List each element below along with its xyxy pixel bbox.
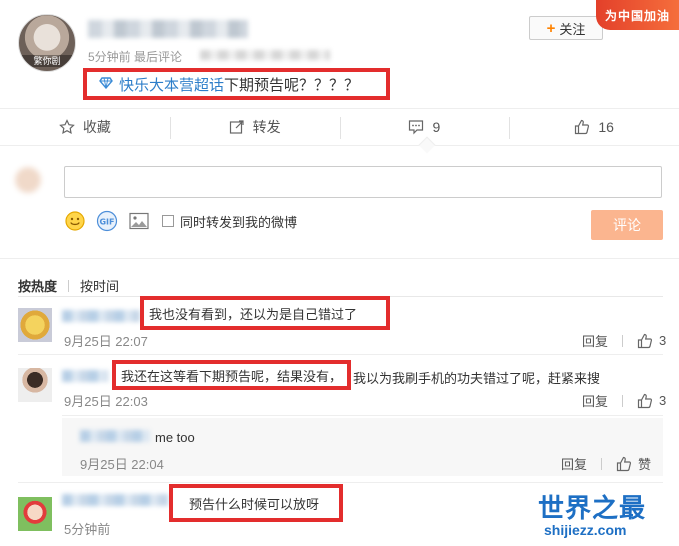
favorite-label: 收藏 xyxy=(82,119,111,135)
comment-text: 我也没有看到，还以为是自己错过了 xyxy=(149,306,358,322)
user-avatar xyxy=(8,160,58,200)
comment-actions: 回复 3 xyxy=(582,331,666,350)
composer-toolbar: GIF 同时转发到我的微博 xyxy=(64,209,297,233)
comment-divider xyxy=(18,354,663,355)
post-action-bar: 收藏 转发 9 16 xyxy=(0,108,679,146)
svg-text:GIF: GIF xyxy=(99,218,114,227)
commenter-name-redacted[interactable] xyxy=(62,370,108,382)
comment-icon xyxy=(408,119,424,135)
section-divider xyxy=(0,258,679,259)
poster-avatar[interactable]: 繁你剧 xyxy=(18,14,76,72)
watermark-title: 世界之最 xyxy=(538,494,647,524)
plus-icon: + xyxy=(546,19,556,37)
action-separator xyxy=(622,334,624,347)
comment-text-highlight: 我还在这等看下期预告呢，结果没有， xyxy=(121,368,343,384)
thumbs-up-icon xyxy=(637,333,653,349)
comment-text-highlighted: 我也没有看到，还以为是自己错过了 xyxy=(140,296,390,330)
reply-actions: 回复 赞 xyxy=(561,454,651,473)
site-watermark: 世界之最 shijiezz.com xyxy=(532,488,678,546)
repost-checkbox[interactable] xyxy=(162,215,174,227)
emoji-icon[interactable] xyxy=(64,210,86,232)
submit-comment-button[interactable]: 评论 xyxy=(591,210,663,240)
like-button[interactable]: 16 xyxy=(509,109,679,145)
image-icon[interactable] xyxy=(128,210,150,232)
comment-like-count: 3 xyxy=(659,393,667,408)
comment-input[interactable] xyxy=(64,166,662,198)
poster-name-redacted[interactable] xyxy=(88,20,248,38)
reply-button[interactable]: 回复 xyxy=(561,454,587,473)
comment-divider xyxy=(62,415,663,416)
repost-button[interactable]: 转发 xyxy=(169,109,340,145)
thumbs-up-icon xyxy=(616,456,632,472)
reply-like-label: 赞 xyxy=(638,457,652,472)
reply-button[interactable]: 回复 xyxy=(582,391,608,410)
comment-like-button[interactable]: 3 xyxy=(637,333,666,349)
comment-text-rest: 我以为我刷手机的功夫错过了呢，赶紧来搜 xyxy=(353,371,601,386)
follow-label: 关注 xyxy=(559,21,586,37)
post-text: 下期预告呢？？？？ xyxy=(224,76,360,94)
comment-sort-tabs: 按热度 按时间 xyxy=(18,276,119,295)
comment-divider xyxy=(18,482,663,483)
favorite-button[interactable]: 收藏 xyxy=(0,109,170,145)
commenter-avatar[interactable] xyxy=(18,368,52,402)
post-meta-redacted xyxy=(200,50,330,60)
comment-text-highlighted: 预告什么时候可以放呀 xyxy=(169,484,343,522)
comment-time: 9月25日 22:07 xyxy=(64,334,148,349)
comment-time: 9月25日 22:03 xyxy=(64,394,148,409)
like-count: 16 xyxy=(598,119,614,135)
repost-checkbox-label: 同时转发到我的微博 xyxy=(180,214,298,230)
comment-text: 预告什么时候可以放呀 xyxy=(189,496,320,512)
tab-separator xyxy=(68,279,70,292)
action-separator xyxy=(601,457,603,470)
action-separator xyxy=(622,394,624,407)
comment-like-count: 3 xyxy=(659,333,667,348)
commenter-avatar[interactable] xyxy=(18,308,52,342)
tab-sort-by-time[interactable]: 按时间 xyxy=(80,276,119,295)
share-icon xyxy=(229,119,245,135)
commenter-avatar[interactable] xyxy=(18,497,52,531)
commenter-name-redacted[interactable] xyxy=(62,494,168,506)
comment-actions: 回复 3 xyxy=(582,391,666,410)
comment-text-highlighted: 我还在这等看下期预告呢，结果没有， xyxy=(112,360,351,390)
repost-label: 转发 xyxy=(252,119,281,135)
follow-button[interactable]: + 关注 xyxy=(529,16,603,40)
tab-sort-by-hot[interactable]: 按热度 xyxy=(18,276,57,295)
comment-count: 9 xyxy=(432,119,441,135)
reply-button[interactable]: 回复 xyxy=(582,331,608,350)
reply-time: 9月25日 22:04 xyxy=(80,457,164,472)
comment-time: 5分钟前 xyxy=(64,522,111,537)
replier-name-redacted[interactable] xyxy=(80,430,150,442)
supertopic-link[interactable]: 快乐大本营超话 xyxy=(119,74,224,95)
avatar-caption: 繁你剧 xyxy=(19,55,75,67)
watermark-url: shijiezz.com xyxy=(544,522,627,538)
comment-like-button[interactable]: 3 xyxy=(637,393,666,409)
post-content: 快乐大本营超话 下期预告呢？？？？ xyxy=(83,68,390,100)
reply-like-button[interactable]: 赞 xyxy=(616,454,651,473)
corner-badge: 为中国加油 xyxy=(596,0,679,30)
repost-to-my-weibo[interactable]: 同时转发到我的微博 xyxy=(162,212,297,231)
gif-icon[interactable]: GIF xyxy=(96,210,118,232)
reply-text: me too xyxy=(155,430,195,445)
commenter-name-redacted[interactable] xyxy=(62,310,140,322)
thumbs-up-icon xyxy=(637,393,653,409)
post-time-meta: 5分钟前 最后评论 xyxy=(88,50,183,64)
thumbs-up-icon xyxy=(574,119,590,135)
star-icon xyxy=(59,119,75,135)
diamond-icon xyxy=(99,76,113,92)
